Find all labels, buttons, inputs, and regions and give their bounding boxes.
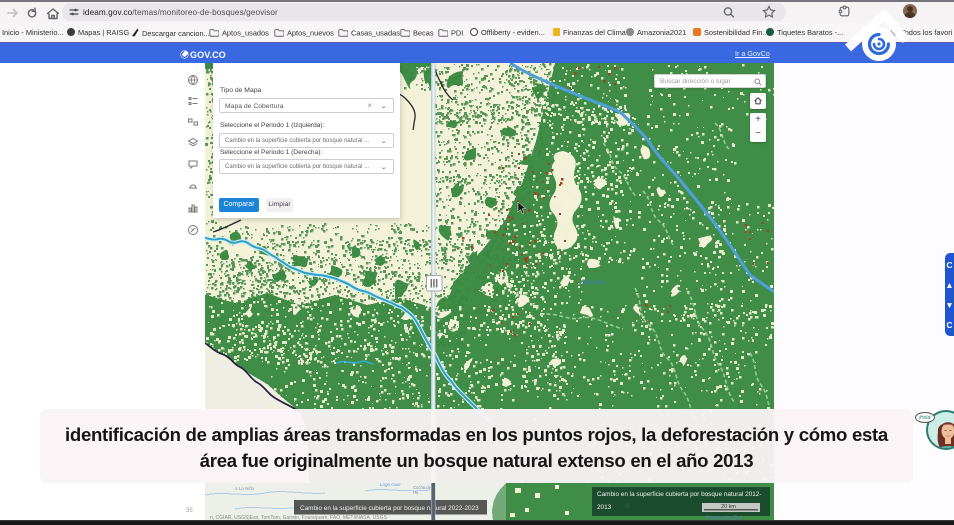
svg-text:Guaviare: Guaviare <box>581 280 606 286</box>
svg-text:Cambio en la superficie cubier: Cambio en la superficie cubierta por bos… <box>597 491 761 498</box>
svg-text:Hu: Hu <box>413 490 419 495</box>
svg-text:20 km: 20 km <box>721 504 736 510</box>
svg-text:Cambio en la superficie cubier: Cambio en la superficie cubierta por bos… <box>300 505 479 512</box>
svg-text:2013: 2013 <box>597 504 612 511</box>
svg-text:a La Niña: a La Niña <box>235 486 255 491</box>
